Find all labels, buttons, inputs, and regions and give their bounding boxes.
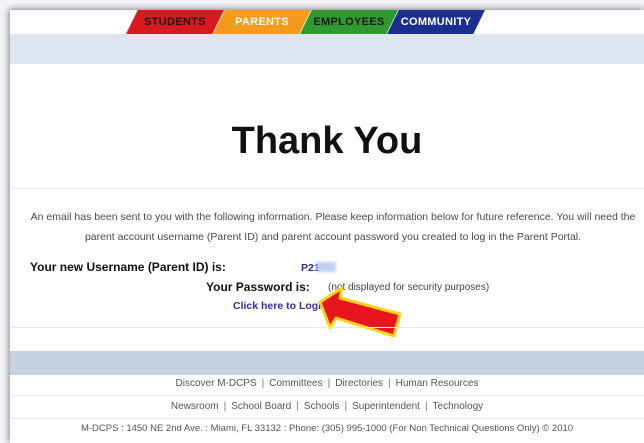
divider — [10, 418, 644, 419]
tab-students[interactable]: STUDENTS — [126, 10, 224, 34]
divider — [10, 188, 644, 189]
copyright-text: M-DCPS : 1450 NE 2nd Ave. : Miami, FL 33… — [80, 423, 574, 434]
divider — [10, 395, 644, 396]
footer-link-directories[interactable]: Directories — [335, 378, 383, 389]
tab-community[interactable]: COMMUNITY — [387, 10, 485, 34]
footer-link-committees[interactable]: Committees — [269, 378, 322, 389]
footer-link-discover[interactable]: Discover M-DCPS — [176, 378, 257, 389]
red-arrow-icon — [318, 286, 402, 338]
footer-link-superintendent[interactable]: Superintendent — [352, 401, 420, 412]
footer-links-row-1: Discover M-DCPS | Committees | Directories | H… — [175, 378, 479, 389]
footer-link-schools[interactable]: Schools — [304, 401, 340, 412]
confirmation-message: An email has been sent to you with the f… — [30, 211, 636, 243]
footer-link-technology[interactable]: Technology — [433, 401, 484, 412]
password-label: Your Password is: — [206, 280, 310, 294]
footer-links-row-2: Newsroom | School Board | Schools | Superinten… — [170, 401, 484, 412]
footer-link-school-board[interactable]: School Board — [231, 401, 291, 412]
tab-employees[interactable]: EMPLOYEES — [300, 10, 398, 34]
header-band — [10, 34, 644, 64]
username-label: Your new Username (Parent ID) is: — [30, 260, 226, 274]
login-link[interactable]: Click here to Login — [233, 300, 328, 312]
footer-band — [10, 351, 644, 375]
page-title: Thank You — [231, 120, 423, 162]
redacted-username-part — [316, 262, 336, 272]
footer-link-newsroom[interactable]: Newsroom — [171, 401, 219, 412]
tab-parents[interactable]: PARENTS — [213, 10, 311, 34]
footer-link-human-resources[interactable]: Human Resources — [396, 378, 479, 389]
divider — [10, 327, 644, 328]
top-nav-tabs: STUDENTS PARENTS EMPLOYEES COMMUNITY — [10, 10, 644, 34]
page-frame: STUDENTS PARENTS EMPLOYEES COMMUNITY Tha… — [10, 10, 644, 443]
